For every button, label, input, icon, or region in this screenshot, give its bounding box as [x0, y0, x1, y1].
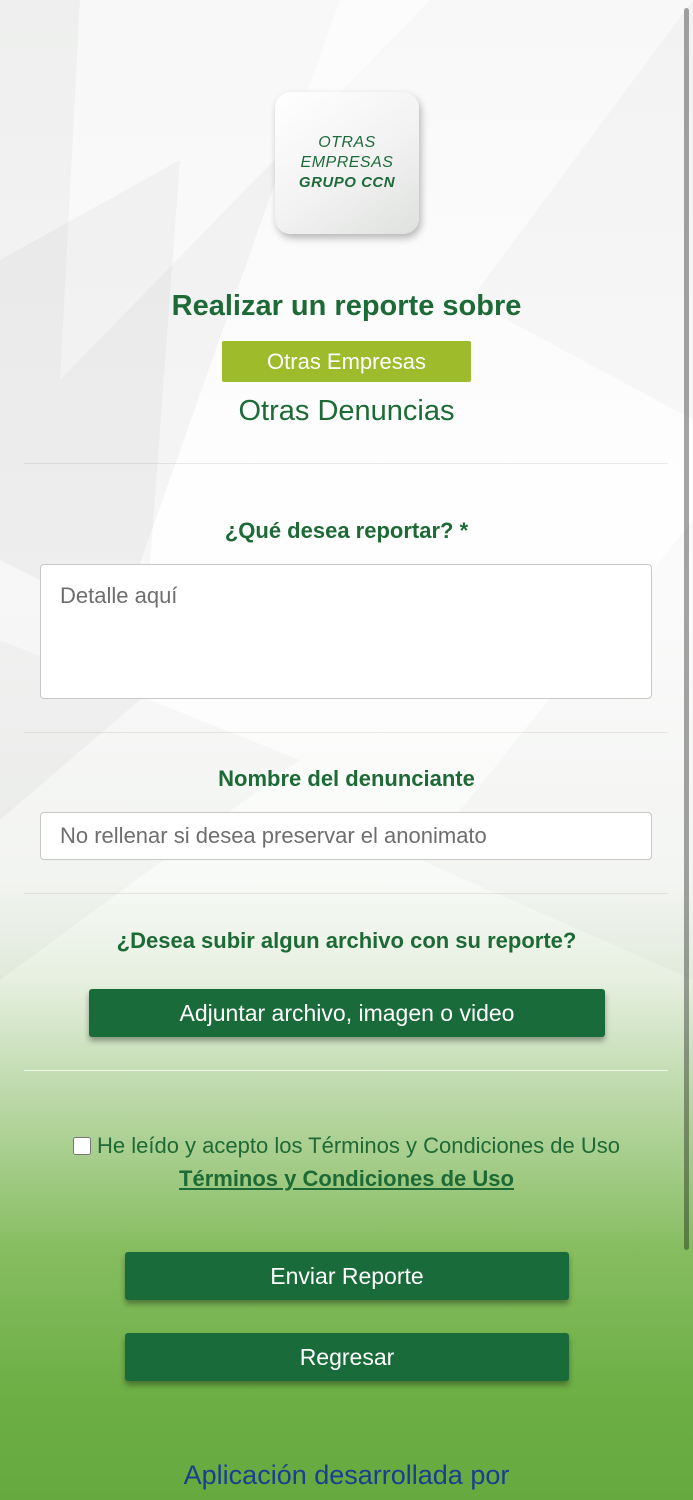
category-title: Otras Denuncias [238, 395, 455, 427]
company-logo: OTRAS EMPRESAS GRUPO CCN [275, 92, 419, 234]
divider [24, 732, 668, 733]
logo-line-2: EMPRESAS [300, 154, 394, 171]
name-field-label: Nombre del denunciante [218, 766, 475, 791]
scrollbar[interactable] [684, 8, 689, 1250]
footer-credit: Aplicación desarrollada por [183, 1460, 510, 1490]
report-detail-textarea[interactable] [40, 564, 652, 699]
report-field-label: ¿Qué desea reportar? * [224, 518, 469, 543]
send-report-button[interactable]: Enviar Reporte [125, 1252, 569, 1300]
company-badge: Otras Empresas [222, 341, 471, 382]
logo-line-1: OTRAS [318, 134, 376, 151]
terms-checkbox[interactable] [73, 1137, 91, 1155]
terms-link[interactable]: Términos y Condiciones de Uso [179, 1166, 514, 1191]
divider [24, 893, 668, 894]
reporter-name-input[interactable] [40, 812, 652, 860]
logo-line-3: GRUPO CCN [298, 174, 396, 191]
upload-question: ¿Desea subir algun archivo con su report… [116, 928, 577, 953]
terms-agreement: He leído y acepto los Términos y Condici… [70, 1129, 623, 1195]
divider [24, 1070, 668, 1071]
terms-text: He leído y acepto los Términos y Condici… [97, 1133, 620, 1158]
back-button[interactable]: Regresar [125, 1333, 569, 1381]
attach-file-button[interactable]: Adjuntar archivo, imagen o video [89, 989, 605, 1037]
page-title: Realizar un reporte sobre [171, 290, 522, 322]
divider [24, 463, 668, 464]
